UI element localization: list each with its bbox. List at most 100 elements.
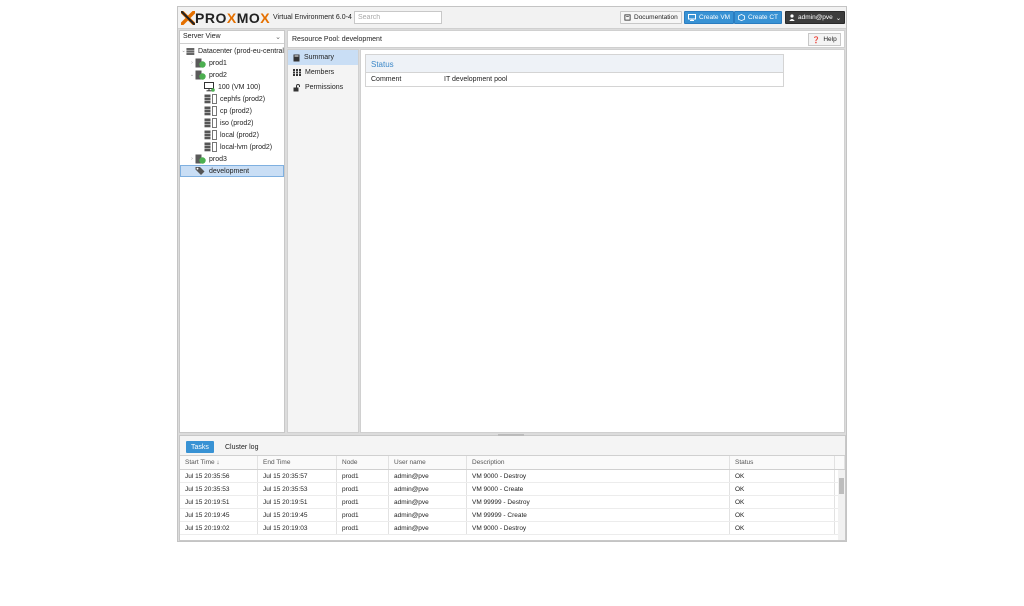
- view-selector[interactable]: Server View ⌄: [180, 31, 284, 44]
- summary-panel: Status Comment IT development pool: [360, 49, 845, 433]
- cell-start-time: Jul 15 20:35:56: [180, 470, 258, 482]
- cell-status: OK: [730, 509, 835, 521]
- table-header: Start Time ↓ End Time Node User name Des…: [180, 456, 845, 470]
- node-icon: [195, 58, 206, 68]
- tree-item-storage[interactable]: iso (prod2): [180, 117, 284, 129]
- cube-icon: [738, 14, 745, 21]
- search-input[interactable]: [354, 11, 442, 24]
- page-title: Resource Pool: development: [292, 36, 382, 43]
- log-tabbar: Tasks Cluster log: [180, 436, 845, 456]
- comment-value: IT development pool: [444, 76, 508, 83]
- storage-icon: [204, 118, 217, 128]
- cell-node: prod1: [337, 483, 389, 495]
- proxmox-logo[interactable]: PROXMOX: [181, 10, 270, 26]
- cell-description: VM 9000 - Destroy: [467, 522, 730, 534]
- proxmox-x-icon: [181, 11, 195, 25]
- tree-item-storage[interactable]: local-lvm (prod2): [180, 141, 284, 153]
- cell-user: admin@pve: [389, 522, 467, 534]
- menu-item-permissions[interactable]: Permissions: [288, 80, 358, 95]
- column-node[interactable]: Node: [337, 456, 389, 469]
- tree-item-storage[interactable]: cp (prod2): [180, 105, 284, 117]
- storage-icon: [204, 106, 217, 116]
- cell-end-time: Jul 15 20:35:57: [258, 470, 337, 482]
- cell-node: prod1: [337, 496, 389, 508]
- cell-end-time: Jul 15 20:35:53: [258, 483, 337, 495]
- cell-user: admin@pve: [389, 483, 467, 495]
- tree-item-pool[interactable]: development: [180, 165, 284, 177]
- table-row[interactable]: Jul 15 20:19:51 Jul 15 20:19:51 prod1 ad…: [180, 496, 845, 509]
- vm-icon: [204, 82, 215, 92]
- tab-tasks[interactable]: Tasks: [186, 441, 214, 453]
- cell-node: prod1: [337, 509, 389, 521]
- tree-item-node[interactable]: › prod3: [180, 153, 284, 165]
- cell-description: VM 99999 - Destroy: [467, 496, 730, 508]
- scrollbar-thumb[interactable]: [839, 478, 844, 494]
- content-header: Resource Pool: development ❓ Help: [287, 30, 845, 48]
- column-end-time[interactable]: End Time: [258, 456, 337, 469]
- table-row[interactable]: Jul 15 20:19:45 Jul 15 20:19:45 prod1 ad…: [180, 509, 845, 522]
- cell-node: prod1: [337, 470, 389, 482]
- log-panel: Tasks Cluster log Start Time ↓ End Time …: [179, 434, 846, 541]
- create-ct-button[interactable]: Create CT: [734, 11, 782, 24]
- cell-description: VM 9000 - Destroy: [467, 470, 730, 482]
- tree-item-storage[interactable]: cephfs (prod2): [180, 93, 284, 105]
- unlock-icon: [293, 83, 300, 91]
- column-user-name[interactable]: User name: [389, 456, 467, 469]
- cell-status: OK: [730, 483, 835, 495]
- resource-tree: ⌄ Datacenter (prod-eu-central › prod1 ⌄ …: [180, 45, 284, 177]
- storage-icon: [204, 142, 217, 152]
- pool-icon: [195, 167, 205, 175]
- cell-start-time: Jul 15 20:35:53: [180, 483, 258, 495]
- version-label: Virtual Environment 6.0-4: [273, 14, 352, 21]
- status-title: Status: [366, 55, 783, 73]
- table-row[interactable]: Jul 15 20:19:02 Jul 15 20:19:03 prod1 ad…: [180, 522, 845, 535]
- cell-start-time: Jul 15 20:19:02: [180, 522, 258, 534]
- book-icon: [624, 14, 631, 21]
- cell-status: OK: [730, 522, 835, 534]
- help-button[interactable]: ❓ Help: [808, 33, 841, 46]
- storage-icon: [204, 130, 217, 140]
- cell-status: OK: [730, 470, 835, 482]
- column-status[interactable]: Status: [730, 456, 835, 469]
- chevron-down-icon: ⌄: [835, 14, 842, 22]
- cell-user: admin@pve: [389, 509, 467, 521]
- cell-status: OK: [730, 496, 835, 508]
- app-window: PROXMOX Virtual Environment 6.0-4 Docume…: [177, 6, 847, 542]
- comment-row: Comment IT development pool: [366, 73, 783, 86]
- cell-end-time: Jul 15 20:19:03: [258, 522, 337, 534]
- question-icon: ❓: [812, 36, 821, 44]
- node-icon: [195, 70, 206, 80]
- cell-user: admin@pve: [389, 496, 467, 508]
- create-vm-button[interactable]: Create VM: [684, 11, 735, 24]
- column-start-time[interactable]: Start Time ↓: [180, 456, 258, 469]
- menu-item-summary[interactable]: Summary: [288, 50, 358, 65]
- table-row[interactable]: Jul 15 20:35:53 Jul 15 20:35:53 prod1 ad…: [180, 483, 845, 496]
- cell-user: admin@pve: [389, 470, 467, 482]
- menu-item-members[interactable]: Members: [288, 65, 358, 80]
- cell-end-time: Jul 15 20:19:51: [258, 496, 337, 508]
- cell-start-time: Jul 15 20:19:45: [180, 509, 258, 521]
- tab-cluster-log[interactable]: Cluster log: [220, 441, 263, 453]
- comment-label: Comment: [371, 76, 402, 83]
- tree-item-storage[interactable]: local (prod2): [180, 129, 284, 141]
- tree-item-node[interactable]: › prod1: [180, 57, 284, 69]
- user-menu-button[interactable]: admin@pve ⌄: [785, 11, 846, 24]
- user-icon: [789, 14, 795, 21]
- documentation-button[interactable]: Documentation: [620, 11, 682, 24]
- monitor-icon: [688, 14, 696, 21]
- tree-item-vm[interactable]: 100 (VM 100): [180, 81, 284, 93]
- tree-item-node[interactable]: ⌄ prod2: [180, 69, 284, 81]
- pool-menu: Summary Members Permissions: [287, 49, 359, 433]
- status-panel: Status Comment IT development pool: [365, 54, 784, 87]
- column-description[interactable]: Description: [467, 456, 730, 469]
- cell-end-time: Jul 15 20:19:45: [258, 509, 337, 521]
- book-icon: [293, 54, 300, 61]
- tasks-table: Start Time ↓ End Time Node User name Des…: [180, 456, 845, 535]
- table-row[interactable]: Jul 15 20:35:56 Jul 15 20:35:57 prod1 ad…: [180, 470, 845, 483]
- cell-start-time: Jul 15 20:19:51: [180, 496, 258, 508]
- tasks-scrollbar[interactable]: [838, 470, 845, 540]
- cell-node: prod1: [337, 522, 389, 534]
- tree-item-datacenter[interactable]: ⌄ Datacenter (prod-eu-central: [180, 45, 284, 57]
- resource-tree-panel: Server View ⌄ ⌄ Datacenter (prod-eu-cent…: [179, 30, 285, 433]
- node-icon: [195, 154, 206, 164]
